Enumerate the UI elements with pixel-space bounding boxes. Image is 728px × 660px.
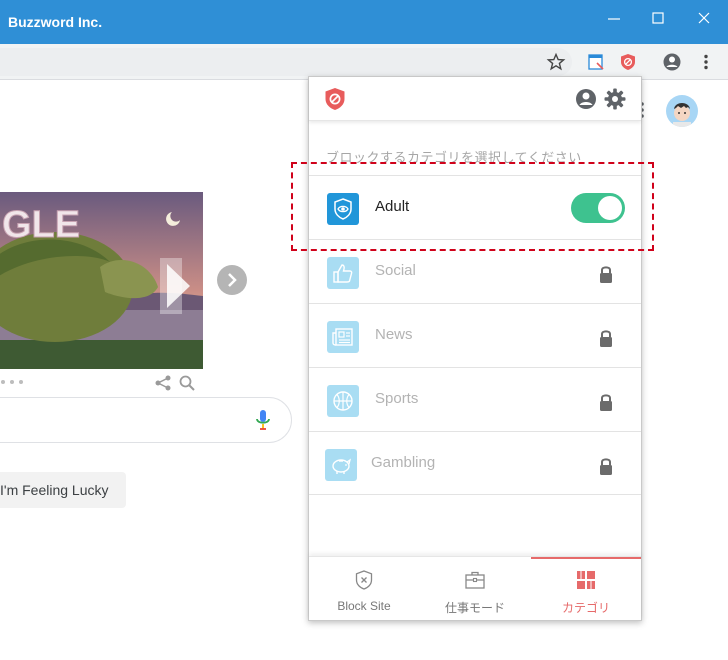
newspaper-icon: [327, 321, 359, 353]
close-icon[interactable]: [693, 8, 715, 30]
title-bar: Buzzword Inc.: [0, 0, 728, 44]
category-label-social: Social: [375, 262, 416, 279]
search-icon[interactable]: [178, 374, 196, 392]
chevron-right-icon: [228, 273, 237, 287]
lock-icon: [600, 330, 612, 347]
popup-header: [309, 77, 641, 121]
doodle-dots-icon: [1, 380, 23, 384]
briefcase-icon: [465, 571, 485, 589]
category-row-gambling[interactable]: Gambling: [309, 431, 641, 495]
gear-icon[interactable]: [603, 87, 627, 111]
basketball-icon: [327, 385, 359, 417]
browser-window: Buzzword Inc. GLE I'm Feeling Lucky ブロック…: [0, 0, 728, 660]
window-title: Buzzword Inc.: [8, 14, 103, 30]
nav-label-block-site: Block Site: [337, 599, 391, 613]
google-doodle[interactable]: GLE: [0, 192, 203, 369]
minimize-icon[interactable]: [603, 8, 625, 30]
category-row-news[interactable]: News: [309, 303, 641, 367]
profile-icon[interactable]: [662, 52, 682, 72]
maximize-icon[interactable]: [647, 8, 669, 30]
doodle-text: GLE: [2, 204, 80, 246]
block-site-extension-icon[interactable]: [618, 52, 638, 72]
account-icon[interactable]: [575, 88, 597, 110]
extension-page-icon[interactable]: [586, 52, 606, 72]
thumbs-up-icon: [327, 257, 359, 289]
piggy-bank-icon: [325, 449, 357, 481]
block-site-logo-icon: [325, 88, 345, 110]
nav-label-work-mode: 仕事モード: [444, 601, 505, 615]
google-account-avatar[interactable]: [666, 95, 698, 127]
doodle-illustration: GLE: [0, 192, 203, 369]
shield-x-icon: [355, 570, 373, 590]
share-icon[interactable]: [154, 374, 172, 392]
nav-category[interactable]: カテゴリ: [531, 557, 641, 621]
browser-toolbar: [0, 44, 728, 80]
lock-icon: [600, 266, 612, 283]
nav-label-category: カテゴリ: [561, 601, 610, 615]
category-label-sports: Sports: [375, 390, 419, 407]
star-icon[interactable]: [546, 52, 566, 72]
mic-icon[interactable]: [254, 408, 272, 432]
feeling-lucky-button[interactable]: I'm Feeling Lucky: [0, 472, 126, 508]
more-menu-icon[interactable]: [696, 52, 716, 72]
grid-icon: [577, 571, 595, 589]
bottom-nav: Block Site 仕事モード カテゴリ: [309, 556, 641, 620]
nav-block-site[interactable]: Block Site: [309, 557, 419, 621]
nav-work-mode[interactable]: 仕事モード: [420, 557, 530, 621]
lock-icon: [600, 458, 612, 475]
address-bar[interactable]: [0, 48, 572, 76]
google-search-input[interactable]: [0, 397, 292, 443]
adult-row-highlight: [291, 162, 654, 251]
doodle-next-button[interactable]: [217, 265, 247, 295]
category-row-sports[interactable]: Sports: [309, 367, 641, 431]
lock-icon: [600, 394, 612, 411]
category-label-gambling: Gambling: [371, 454, 436, 471]
avatar-face-icon: [673, 103, 691, 127]
block-site-popup: ブロックするカテゴリを選択してください Adult Social News Sp…: [308, 76, 642, 621]
category-label-news: News: [375, 326, 413, 343]
